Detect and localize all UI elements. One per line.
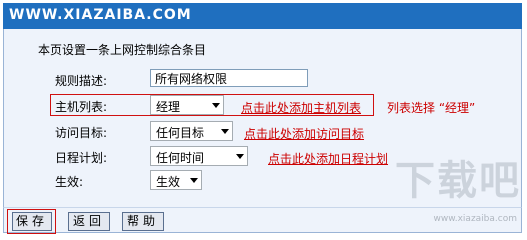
panel-title: WWW.XIAZAIBA.COM <box>9 7 192 23</box>
watermark-logo: 下载吧 <box>395 158 521 204</box>
host-list-label: 主机列表: <box>55 100 108 114</box>
access-target-value: 任何目标 <box>156 126 205 140</box>
access-target-label: 访问目标: <box>55 126 108 140</box>
form-intro: 本页设置一条上网控制综合条目 <box>38 43 207 57</box>
chevron-down-icon <box>221 129 229 134</box>
rule-desc-input[interactable] <box>150 69 308 87</box>
rule-desc-label: 规则描述: <box>55 74 108 88</box>
chevron-down-icon <box>190 178 198 183</box>
annotation-note: 列表选择 “经理” <box>387 101 476 115</box>
save-button[interactable]: 保存 <box>12 212 52 231</box>
effect-label: 生效: <box>55 175 84 189</box>
schedule-value: 任何时间 <box>156 151 205 165</box>
add-host-list-link[interactable]: 点击此处添加主机列表 <box>241 99 361 116</box>
chevron-down-icon <box>212 103 220 108</box>
host-list-select[interactable]: 经理 <box>150 95 224 115</box>
effect-select[interactable]: 生效 <box>150 170 202 190</box>
host-list-value: 经理 <box>156 100 181 114</box>
back-button[interactable]: 返回 <box>68 212 110 231</box>
panel-header: WWW.XIAZAIBA.COM <box>3 3 522 29</box>
effect-value: 生效 <box>156 175 181 189</box>
schedule-select[interactable]: 任何时间 <box>150 146 248 166</box>
schedule-label: 日程计划: <box>55 151 108 165</box>
help-button[interactable]: 帮助 <box>122 212 164 231</box>
add-access-target-link[interactable]: 点击此处添加访问目标 <box>244 125 364 142</box>
access-target-select[interactable]: 任何目标 <box>150 121 233 141</box>
watermark-url: www.xiazaiba.com <box>433 214 517 224</box>
add-schedule-link[interactable]: 点击此处添加日程计划 <box>268 150 388 167</box>
chevron-down-icon <box>236 154 244 159</box>
